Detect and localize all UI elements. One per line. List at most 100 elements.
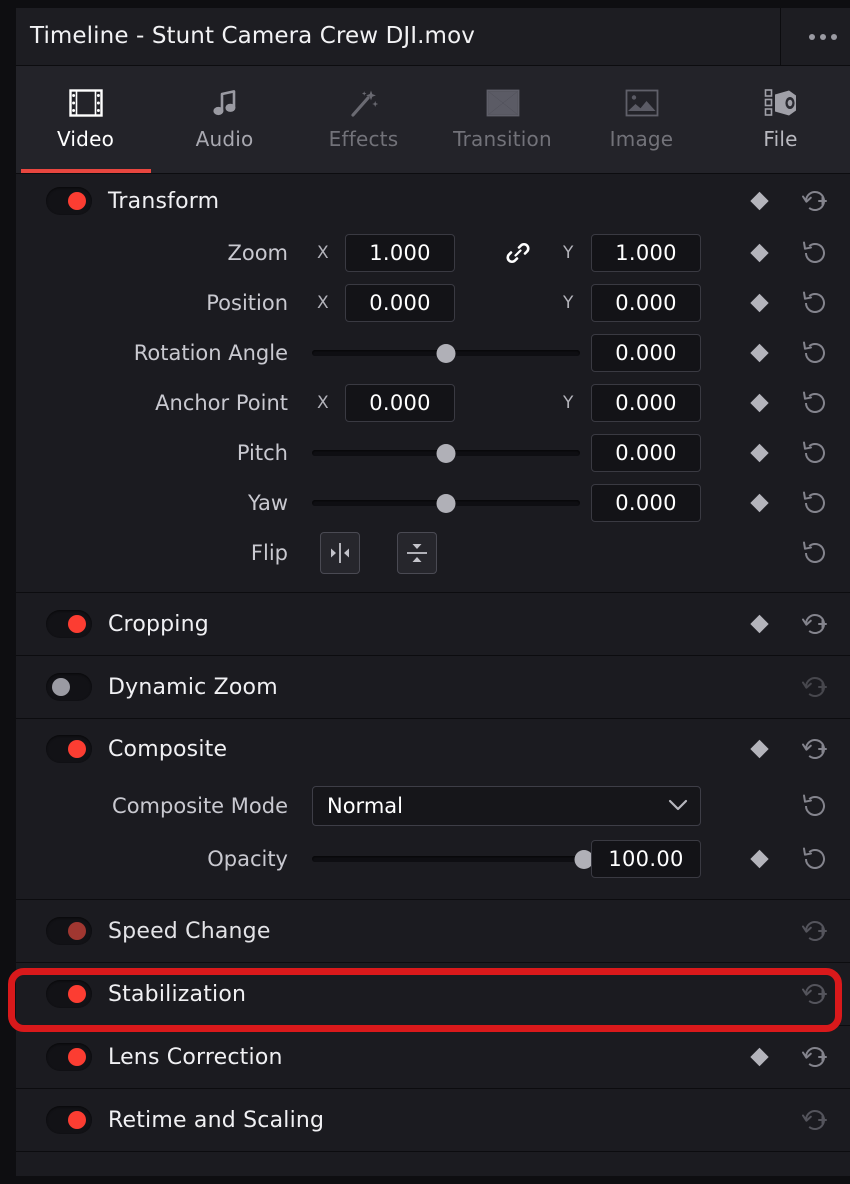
rotation-angle-slider[interactable] xyxy=(312,343,580,363)
add-keyframe-reset-icon[interactable] xyxy=(800,672,830,702)
row-anchor-point: Anchor Point X 0.000 Y 0.000 xyxy=(16,378,850,428)
section-header-retime-and-scaling[interactable]: Retime and Scaling xyxy=(16,1089,850,1151)
tab-transition[interactable]: Transition xyxy=(433,66,572,173)
composite-mode-select[interactable]: Normal xyxy=(312,786,701,826)
reset-icon[interactable] xyxy=(800,538,830,568)
tab-audio[interactable]: Audio xyxy=(155,66,294,173)
dynamic-zoom-enable-toggle[interactable] xyxy=(46,673,92,701)
section-lens-correction: Lens Correction xyxy=(16,1026,850,1089)
tab-label: Effects xyxy=(328,127,399,151)
section-header-stabilization[interactable]: Stabilization xyxy=(16,963,850,1025)
cropping-enable-toggle[interactable] xyxy=(46,610,92,638)
speed-change-enable-toggle[interactable] xyxy=(46,917,92,945)
add-keyframe-reset-icon[interactable] xyxy=(800,1042,830,1072)
toggle-knob xyxy=(68,1048,86,1066)
section-header-composite[interactable]: Composite xyxy=(16,719,850,779)
stabilization-enable-toggle[interactable] xyxy=(46,980,92,1008)
toggle-knob xyxy=(68,615,86,633)
link-chain-icon[interactable] xyxy=(503,238,533,268)
section-title: Stabilization xyxy=(108,981,247,1007)
slider-knob[interactable] xyxy=(436,443,456,463)
image-icon xyxy=(625,83,659,123)
position-y-field[interactable]: 0.000 xyxy=(591,284,701,322)
section-header-speed-change[interactable]: Speed Change xyxy=(16,900,850,962)
retime-and-scaling-enable-toggle[interactable] xyxy=(46,1106,92,1134)
row-label: Opacity xyxy=(207,847,288,871)
row-label: Composite Mode xyxy=(112,794,288,818)
lens-correction-enable-toggle[interactable] xyxy=(46,1043,92,1071)
opacity-slider[interactable] xyxy=(312,849,594,869)
inspector-scroll-body[interactable]: Transform Zoom X 1.000 Y 1.000 Position … xyxy=(16,174,850,1176)
section-header-dynamic-zoom[interactable]: Dynamic Zoom xyxy=(16,656,850,718)
section-header-transform[interactable]: Transform xyxy=(16,174,850,228)
section-header-cropping[interactable]: Cropping xyxy=(16,593,850,655)
active-tab-underline xyxy=(20,169,151,173)
keyframe-diamond-icon[interactable] xyxy=(750,443,769,463)
reset-icon[interactable] xyxy=(800,791,830,821)
transform-enable-toggle[interactable] xyxy=(46,187,92,215)
section-retime-and-scaling: Retime and Scaling xyxy=(16,1089,850,1152)
slider-knob[interactable] xyxy=(436,343,456,363)
keyframe-diamond-icon[interactable] xyxy=(750,191,769,211)
flip-vertical-icon[interactable] xyxy=(397,532,437,574)
axis-label-y: Y xyxy=(563,293,574,313)
tab-effects[interactable]: Effects xyxy=(294,66,433,173)
section-stabilization: Stabilization xyxy=(16,963,850,1026)
axis-label-x: X xyxy=(317,293,329,313)
add-keyframe-reset-icon[interactable] xyxy=(800,186,830,216)
slider-knob[interactable] xyxy=(436,493,456,513)
keyframe-diamond-icon[interactable] xyxy=(750,343,769,363)
reset-icon[interactable] xyxy=(800,338,830,368)
tab-underline xyxy=(577,169,707,173)
flip-horizontal-icon[interactable] xyxy=(320,532,360,574)
overflow-menu-icon[interactable] xyxy=(797,27,849,47)
tab-video[interactable]: Video xyxy=(16,66,155,173)
reset-icon[interactable] xyxy=(800,438,830,468)
zoom-x-field[interactable]: 1.000 xyxy=(345,234,455,272)
keyframe-diamond-icon[interactable] xyxy=(750,243,769,263)
reset-icon[interactable] xyxy=(800,238,830,268)
add-keyframe-reset-icon[interactable] xyxy=(800,979,830,1009)
row-position: Position X 0.000 Y 0.000 xyxy=(16,278,850,328)
section-title: Dynamic Zoom xyxy=(108,674,278,700)
slider-track xyxy=(312,856,584,862)
film-strip-icon xyxy=(68,83,103,123)
reset-icon[interactable] xyxy=(800,288,830,318)
position-x-field[interactable]: 0.000 xyxy=(345,284,455,322)
row-label: Rotation Angle xyxy=(133,341,288,365)
keyframe-diamond-icon[interactable] xyxy=(750,739,769,759)
pitch-field[interactable]: 0.000 xyxy=(591,434,701,472)
zoom-y-field[interactable]: 1.000 xyxy=(591,234,701,272)
add-keyframe-reset-icon[interactable] xyxy=(800,609,830,639)
dot xyxy=(809,34,815,40)
inspector-panel: Timeline - Stunt Camera Crew DJI.mov Vid… xyxy=(0,0,850,1184)
add-keyframe-reset-icon[interactable] xyxy=(800,1105,830,1135)
keyframe-diamond-icon[interactable] xyxy=(750,1047,769,1067)
chevron-down-icon xyxy=(668,799,688,814)
tab-image[interactable]: Image xyxy=(572,66,711,173)
keyframe-diamond-icon[interactable] xyxy=(750,493,769,513)
add-keyframe-reset-icon[interactable] xyxy=(800,916,830,946)
reset-icon[interactable] xyxy=(800,844,830,874)
opacity-field[interactable]: 100.00 xyxy=(591,840,701,878)
pitch-slider[interactable] xyxy=(312,443,580,463)
row-zoom: Zoom X 1.000 Y 1.000 xyxy=(16,228,850,278)
reset-icon[interactable] xyxy=(800,388,830,418)
keyframe-diamond-icon[interactable] xyxy=(750,393,769,413)
anchor-point-x-field[interactable]: 0.000 xyxy=(345,384,455,422)
rotation-angle-field[interactable]: 0.000 xyxy=(591,334,701,372)
reset-icon[interactable] xyxy=(800,488,830,518)
composite-enable-toggle[interactable] xyxy=(46,735,92,763)
tab-file[interactable]: File xyxy=(711,66,850,173)
magic-wand-icon xyxy=(349,83,379,123)
keyframe-diamond-icon[interactable] xyxy=(750,293,769,313)
keyframe-diamond-icon[interactable] xyxy=(750,849,769,869)
anchor-point-y-field[interactable]: 0.000 xyxy=(591,384,701,422)
yaw-field[interactable]: 0.000 xyxy=(591,484,701,522)
section-header-lens-correction[interactable]: Lens Correction xyxy=(16,1026,850,1088)
keyframe-diamond-icon[interactable] xyxy=(750,614,769,634)
yaw-slider[interactable] xyxy=(312,493,580,513)
add-keyframe-reset-icon[interactable] xyxy=(800,734,830,764)
tab-label: Audio xyxy=(195,127,254,151)
row-label: Flip xyxy=(250,541,288,565)
